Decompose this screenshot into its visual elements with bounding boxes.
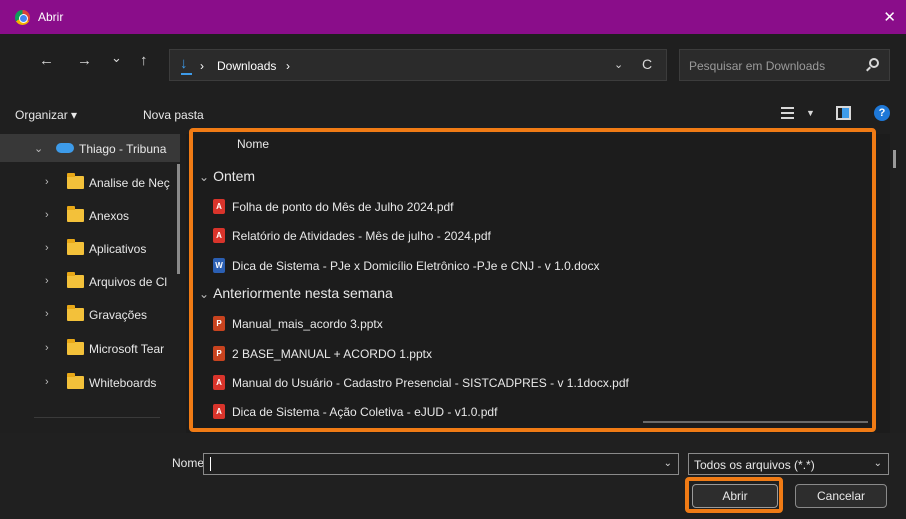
sidebar-item-label: Microsoft Tear <box>89 342 165 356</box>
column-header-name[interactable]: Nome <box>237 137 269 151</box>
chevron-right-icon[interactable]: › <box>45 176 49 188</box>
chevron-down-icon[interactable]: ⌄ <box>199 170 209 184</box>
sidebar-scrollbar[interactable] <box>177 164 180 274</box>
file-name-input[interactable]: ⌄ <box>203 453 679 475</box>
file-name: 2 BASE_MANUAL + ACORDO 1.pptx <box>232 347 432 361</box>
horizontal-scrollbar[interactable] <box>643 421 868 423</box>
sidebar-item-folder[interactable]: › Aplicativos <box>0 234 180 262</box>
view-list-icon[interactable] <box>781 107 794 119</box>
breadcrumb-separator[interactable]: › <box>286 59 290 73</box>
sidebar-divider <box>34 417 160 418</box>
powerpoint-file-icon: P <box>213 316 225 331</box>
sidebar-item-label: Gravações <box>89 308 148 322</box>
sidebar-item-folder[interactable]: › Gravações <box>0 300 180 328</box>
sidebar-item-label: Thiago - Tribuna <box>79 142 167 156</box>
chevron-right-icon[interactable]: › <box>45 242 49 254</box>
folder-icon <box>67 206 84 222</box>
chevron-right-icon[interactable]: › <box>45 275 49 287</box>
onedrive-cloud-icon <box>56 143 74 153</box>
sidebar-item-label: Analise de Neç <box>89 176 170 190</box>
file-row[interactable]: P Manual_mais_acordo 3.pptx <box>196 311 866 337</box>
cancel-button[interactable]: Cancelar <box>795 484 887 508</box>
folder-icon <box>67 305 84 321</box>
open-button[interactable]: Abrir <box>692 484 778 508</box>
sidebar-item-onedrive[interactable]: ⌄ Thiago - Tribuna <box>0 134 180 162</box>
recent-locations-chevron-icon[interactable]: ⌄ <box>111 50 122 66</box>
chevron-right-icon[interactable]: › <box>45 308 49 320</box>
file-name: Manual_mais_acordo 3.pptx <box>232 317 383 331</box>
chevron-right-icon[interactable]: › <box>45 342 49 354</box>
chevron-right-icon[interactable]: › <box>45 209 49 221</box>
chevron-right-icon[interactable]: › <box>45 376 49 388</box>
close-icon[interactable]: ✕ <box>883 8 896 26</box>
dialog-footer: Nome: ⌄ Todos os arquivos (*.*) ⌄ Abrir … <box>0 433 906 519</box>
sidebar-item-folder[interactable]: › Microsoft Tear <box>0 334 180 362</box>
file-row[interactable]: A Folha de ponto do Mês de Julho 2024.pd… <box>196 194 866 220</box>
chevron-down-icon[interactable]: ⌄ <box>874 458 882 469</box>
group-header-yesterday[interactable]: ⌄ Ontem <box>199 168 255 184</box>
back-arrow-icon[interactable]: ← <box>39 52 54 69</box>
folder-icon <box>67 173 84 189</box>
sidebar-item-label: Anexos <box>89 209 130 223</box>
file-type-select[interactable]: Todos os arquivos (*.*) ⌄ <box>688 453 889 475</box>
folder-icon <box>67 373 84 389</box>
chrome-logo-icon <box>15 10 30 25</box>
downloads-icon: ↓ <box>180 55 192 75</box>
sidebar-item-label: Whiteboards <box>89 376 157 390</box>
file-name: Folha de ponto do Mês de Julho 2024.pdf <box>232 200 454 214</box>
help-icon[interactable]: ? <box>874 105 890 121</box>
file-name: Dica de Sistema - Ação Coletiva - eJUD -… <box>232 405 498 419</box>
up-arrow-icon[interactable]: ↑ <box>140 52 148 69</box>
refresh-icon[interactable]: C <box>642 56 652 72</box>
new-folder-button[interactable]: Nova pasta <box>143 108 204 122</box>
file-row[interactable]: P 2 BASE_MANUAL + ACORDO 1.pptx <box>196 341 866 367</box>
sidebar-item-folder[interactable]: › Whiteboards <box>0 368 180 396</box>
search-input[interactable]: Pesquisar em Downloads <box>679 49 890 81</box>
folder-icon <box>67 272 84 288</box>
preview-pane-icon[interactable] <box>836 106 851 120</box>
chevron-down-icon[interactable]: ⌄ <box>34 142 43 155</box>
chevron-down-icon[interactable]: ⌄ <box>664 458 672 469</box>
breadcrumb-separator[interactable]: › <box>200 59 204 73</box>
file-list-scrollbar[interactable] <box>893 150 896 168</box>
search-icon[interactable] <box>869 58 879 68</box>
search-placeholder: Pesquisar em Downloads <box>689 59 826 73</box>
sidebar-item-folder[interactable]: › Analise de Neç <box>0 168 180 196</box>
sidebar-item-label: Arquivos de Cl <box>89 275 168 289</box>
folder-icon <box>67 239 84 255</box>
address-dropdown-icon[interactable]: ⌄ <box>614 58 623 71</box>
window-title: Abrir <box>38 10 64 24</box>
file-row[interactable]: A Manual do Usuário - Cadastro Presencia… <box>196 370 866 396</box>
title-bar: Abrir ✕ <box>0 0 906 34</box>
address-bar[interactable]: ↓ › Downloads › ⌄ C <box>169 49 667 81</box>
group-label: Anteriormente nesta semana <box>213 285 393 301</box>
folder-icon <box>67 339 84 355</box>
file-type-value: Todos os arquivos (*.*) <box>694 458 815 472</box>
file-name: Manual do Usuário - Cadastro Presencial … <box>232 376 629 390</box>
pdf-file-icon: A <box>213 404 225 419</box>
file-name: Dica de Sistema - PJe x Domicílio Eletrô… <box>232 259 600 273</box>
file-name: Relatório de Atividades - Mês de julho -… <box>232 229 491 243</box>
pdf-file-icon: A <box>213 228 225 243</box>
organize-button[interactable]: Organizar ▾ <box>15 108 77 122</box>
text-caret <box>210 457 211 471</box>
view-dropdown-icon[interactable]: ▼ <box>806 108 815 118</box>
sidebar-item-label: Aplicativos <box>89 242 147 256</box>
pdf-file-icon: A <box>213 375 225 390</box>
word-file-icon: W <box>213 258 225 273</box>
navigation-bar: ← → ⌄ ↑ ↓ › Downloads › ⌄ C Pesquisar em… <box>0 34 906 94</box>
navigation-pane: ⌄ Thiago - Tribuna › Analise de Neç › An… <box>0 134 180 433</box>
sidebar-item-folder[interactable]: › Anexos <box>0 201 180 229</box>
breadcrumb-downloads[interactable]: Downloads <box>217 59 276 73</box>
forward-arrow-icon[interactable]: → <box>77 52 92 69</box>
file-row[interactable]: A Relatório de Atividades - Mês de julho… <box>196 223 866 249</box>
command-toolbar: Organizar ▾ Nova pasta ▼ ? <box>0 94 906 134</box>
powerpoint-file-icon: P <box>213 346 225 361</box>
chevron-down-icon[interactable]: ⌄ <box>199 287 209 301</box>
file-row[interactable]: W Dica de Sistema - PJe x Domicílio Elet… <box>196 253 866 279</box>
pdf-file-icon: A <box>213 199 225 214</box>
group-header-earlier-this-week[interactable]: ⌄ Anteriormente nesta semana <box>199 285 393 301</box>
sidebar-item-folder[interactable]: › Arquivos de Cl <box>0 267 180 295</box>
group-label: Ontem <box>213 168 256 184</box>
